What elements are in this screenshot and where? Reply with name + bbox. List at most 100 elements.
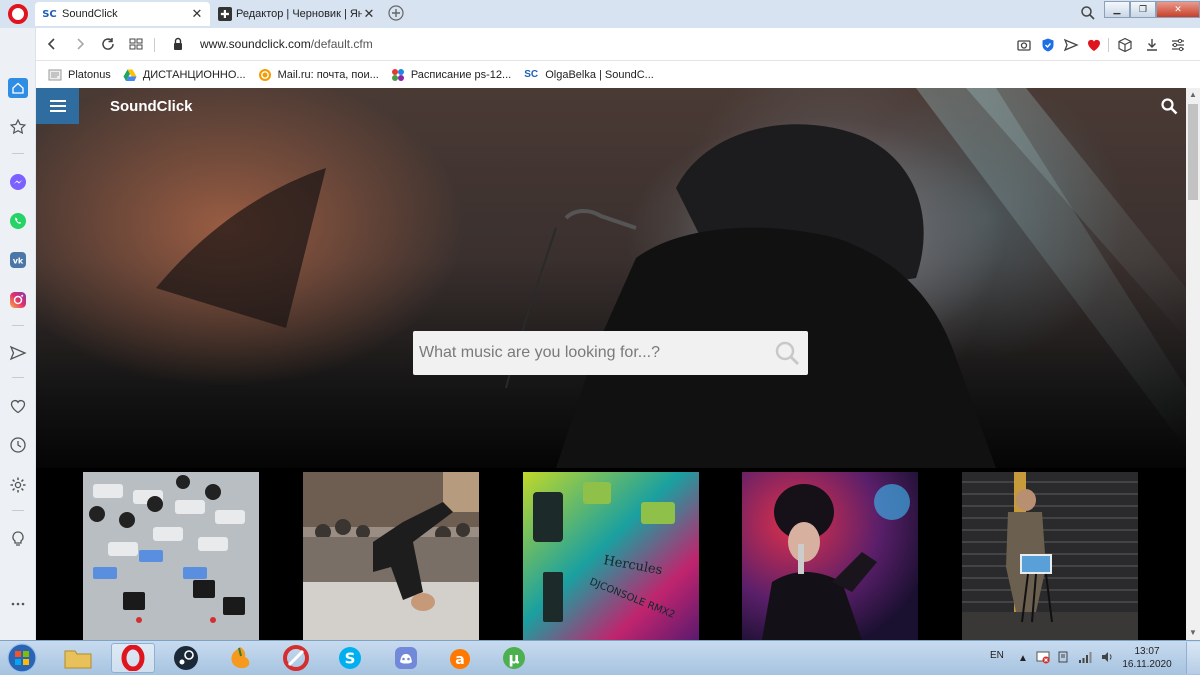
download-icon[interactable]	[1144, 37, 1160, 53]
divider	[154, 38, 155, 52]
divider	[1108, 38, 1109, 52]
extensions-cube-icon[interactable]	[1117, 37, 1133, 53]
soundclick-icon: SC	[524, 69, 539, 80]
send-icon[interactable]	[1063, 37, 1079, 53]
page-icon	[48, 68, 62, 82]
thumbnail-singer[interactable]	[742, 472, 918, 640]
show-desktop-button[interactable]	[1186, 642, 1200, 674]
signal-strength-icon[interactable]	[1078, 650, 1094, 667]
svg-text:a: a	[455, 652, 464, 668]
tab-soundclick[interactable]: SC SoundClick ✕	[35, 2, 210, 26]
thumbnail-street-performer[interactable]	[962, 472, 1138, 640]
site-brand[interactable]: SoundClick	[110, 98, 193, 115]
tab-title: Редактор | Черновик | Янд	[236, 8, 362, 20]
search-submit-icon[interactable]	[774, 340, 800, 366]
bookmark-label: OlgaBelka | SoundC...	[545, 68, 654, 81]
divider	[12, 153, 24, 154]
bookmark-mailru[interactable]: Mail.ru: почта, пои...	[258, 68, 379, 82]
snapshot-icon[interactable]	[1016, 37, 1032, 53]
avast-icon[interactable]: a	[442, 643, 478, 673]
svg-text:S: S	[345, 650, 356, 668]
taskbar-clock[interactable]: 13:07 16.11.2020	[1118, 645, 1176, 671]
vk-icon[interactable]: vk	[8, 250, 28, 270]
explorer-folder-icon[interactable]	[60, 643, 96, 673]
soundclick-favicon-icon: SC	[42, 8, 57, 20]
bookmark-schedule[interactable]: Расписание ps-12...	[391, 68, 511, 82]
bookmarks-bar: Platonus ДИСТАНЦИОННО... Mail.ru: почта,…	[36, 61, 1200, 88]
bookmark-olgabelka[interactable]: SC OlgaBelka | SoundC...	[523, 68, 654, 82]
skype-icon[interactable]: S	[332, 643, 368, 673]
volume-icon[interactable]	[1100, 650, 1114, 667]
flow-send-icon[interactable]	[8, 343, 28, 363]
show-hidden-icons-icon[interactable]: ▲	[1018, 653, 1028, 664]
my-flow-heart-icon[interactable]	[8, 396, 28, 416]
instagram-icon[interactable]	[8, 290, 28, 310]
minimize-icon[interactable]: ▁	[1104, 1, 1130, 18]
device-icon[interactable]	[1056, 650, 1070, 667]
lightbulb-icon[interactable]	[8, 529, 28, 549]
tab-title: SoundClick	[62, 8, 118, 20]
messenger-icon[interactable]	[8, 172, 28, 192]
home-icon[interactable]	[8, 78, 28, 98]
vpn-shield-icon[interactable]	[1040, 37, 1056, 53]
music-search-box	[413, 331, 808, 375]
speed-dial-icon[interactable]	[128, 36, 144, 52]
clock-time: 13:07	[1134, 646, 1160, 657]
hero-banner	[36, 88, 1186, 468]
star-icon[interactable]	[8, 117, 28, 137]
divider	[12, 510, 24, 511]
search-tabs-icon[interactable]	[1080, 5, 1096, 21]
bookmark-distance[interactable]: ДИСТАНЦИОННО...	[123, 68, 246, 82]
divider	[12, 325, 24, 326]
hamburger-menu-icon[interactable]	[36, 88, 79, 124]
bookmark-label: Расписание ps-12...	[410, 68, 512, 81]
scroll-down-icon[interactable]: ▼	[1186, 626, 1200, 640]
fl-studio-icon[interactable]	[222, 643, 258, 673]
scroll-thumb[interactable]	[1188, 104, 1198, 200]
svg-text:µ: µ	[508, 650, 519, 668]
history-clock-icon[interactable]	[8, 435, 28, 455]
more-options-icon[interactable]	[8, 594, 28, 614]
opera-taskbar-icon[interactable]	[111, 643, 155, 673]
bookmark-label: ДИСТАНЦИОННО...	[142, 68, 246, 81]
header-search-icon[interactable]	[1160, 97, 1178, 115]
url-field[interactable]: www.soundclick.com/default.cfm	[200, 37, 373, 51]
editor-favicon-icon: ✚	[218, 7, 232, 21]
tab-editor[interactable]: ✚ Редактор | Черновик | Янд ✕	[212, 2, 382, 26]
ccleaner-icon[interactable]	[278, 643, 314, 673]
whatsapp-icon[interactable]	[8, 211, 28, 231]
utorrent-icon[interactable]: µ	[496, 643, 532, 673]
google-drive-icon	[123, 68, 137, 82]
bookmark-label: Mail.ru: почта, пои...	[277, 68, 379, 81]
maximize-icon[interactable]: ❐	[1130, 1, 1156, 18]
lock-icon[interactable]	[170, 36, 186, 52]
close-window-icon[interactable]: ✕	[1156, 1, 1200, 18]
divider	[12, 377, 24, 378]
thumbnail-dj-console[interactable]: Hercules DJCONSOLE RMX2	[523, 472, 699, 640]
thumbnail-breakdancer[interactable]	[303, 472, 479, 640]
settings-gear-icon[interactable]	[8, 475, 28, 495]
bookmark-label: Platonus	[68, 68, 111, 81]
heart-icon[interactable]	[1086, 37, 1102, 53]
start-button-icon[interactable]	[2, 642, 42, 674]
url-host: www.soundclick.com	[200, 37, 311, 51]
new-tab-icon[interactable]	[388, 5, 404, 21]
scroll-up-icon[interactable]: ▲	[1186, 88, 1200, 102]
steam-icon[interactable]	[168, 643, 204, 673]
opera-menu-icon[interactable]	[8, 4, 28, 24]
thumbnail-mixing-console[interactable]	[83, 472, 259, 640]
back-icon[interactable]	[44, 36, 60, 52]
svg-text:vk: vk	[13, 257, 24, 266]
music-search-input[interactable]	[419, 341, 759, 365]
bookmark-platonus[interactable]: Platonus	[48, 68, 111, 82]
reload-icon[interactable]	[100, 36, 116, 52]
close-tab-icon[interactable]: ✕	[362, 6, 376, 22]
forward-icon[interactable]	[72, 36, 88, 52]
discord-icon[interactable]	[388, 643, 424, 673]
mailru-icon	[258, 68, 272, 82]
url-path: /default.cfm	[310, 37, 373, 51]
easy-setup-icon[interactable]	[1170, 37, 1186, 53]
network-error-icon[interactable]	[1036, 650, 1050, 667]
close-tab-icon[interactable]: ✕	[190, 6, 204, 22]
input-language[interactable]: EN	[990, 650, 1004, 661]
